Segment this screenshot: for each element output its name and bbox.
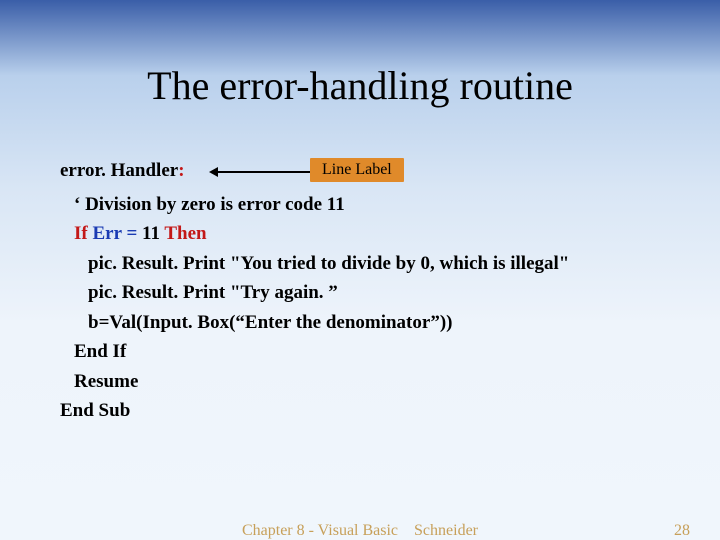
handler-name: error. Handler bbox=[60, 160, 178, 181]
code-if-line: If Err = 11 Then bbox=[60, 219, 680, 248]
kw-then: Then bbox=[160, 223, 207, 244]
handler-label: error. Handler: bbox=[60, 160, 185, 182]
kw-eq: = bbox=[122, 223, 142, 244]
code-assign: b=Val(Input. Box(“Enter the denominator”… bbox=[60, 308, 680, 337]
handler-label-row: error. Handler: Line Label bbox=[60, 160, 680, 186]
code-comment: ‘ Division by zero is error code 11 bbox=[60, 190, 680, 219]
footer-page-number: 28 bbox=[674, 522, 690, 540]
arrow-line-icon bbox=[215, 171, 310, 173]
code-endsub: End Sub bbox=[60, 396, 680, 425]
footer-center-text: Chapter 8 - Visual Basic Schneider bbox=[242, 522, 478, 540]
code-resume: Resume bbox=[60, 367, 680, 396]
code-print2: pic. Result. Print "Try again. ” bbox=[60, 278, 680, 307]
code-print1: pic. Result. Print "You tried to divide … bbox=[60, 249, 680, 278]
slide-title: The error-handling routine bbox=[0, 0, 720, 109]
slide-content: error. Handler: Line Label ‘ Division by… bbox=[60, 160, 680, 426]
code-block: ‘ Division by zero is error code 11 If E… bbox=[60, 190, 680, 426]
handler-colon: : bbox=[178, 160, 184, 181]
code-eleven: 11 bbox=[142, 223, 160, 244]
kw-err: Err bbox=[92, 223, 121, 244]
line-label-callout: Line Label bbox=[310, 158, 404, 182]
code-endif: End If bbox=[60, 337, 680, 366]
kw-if: If bbox=[74, 223, 88, 244]
